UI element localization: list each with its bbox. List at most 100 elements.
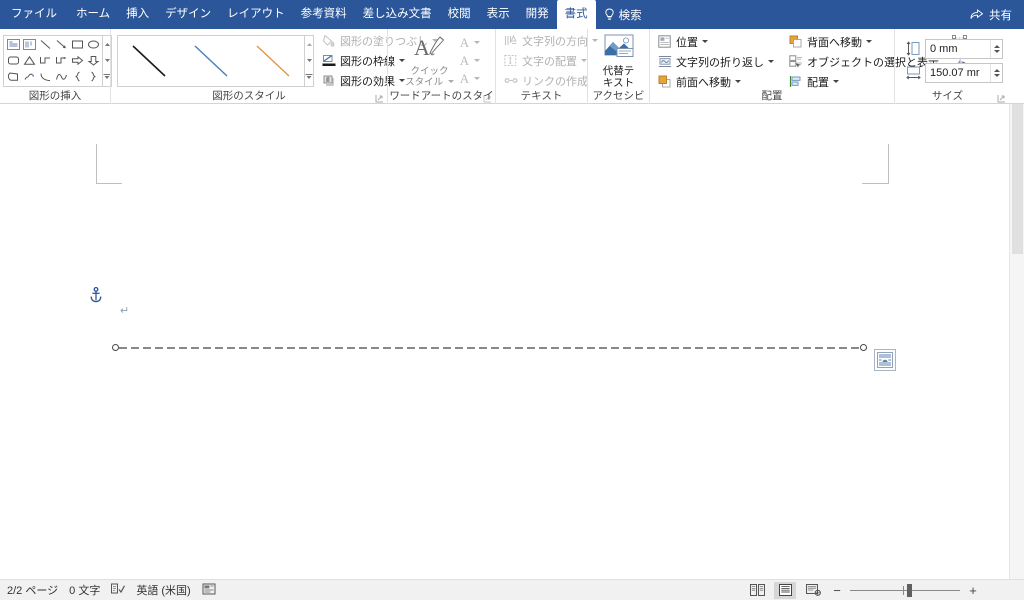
bring-forward-button[interactable]: 前面へ移動: [655, 73, 776, 90]
shape-height-stepper[interactable]: [990, 39, 1002, 58]
share-icon: [970, 7, 984, 23]
zoom-in-button[interactable]: +: [966, 583, 980, 598]
zoom-slider-track[interactable]: [850, 583, 960, 597]
alt-text-button[interactable]: 代替テ キスト: [592, 33, 645, 89]
zoom-slider-thumb[interactable]: [907, 583, 913, 597]
elbow-arrow-connector-icon[interactable]: [53, 53, 69, 69]
shape-width-input[interactable]: 150.07 mr: [925, 62, 1003, 83]
bring-forward-caret-icon[interactable]: [735, 80, 741, 83]
tab-mailings[interactable]: 差し込み文書: [355, 0, 440, 29]
shape-height-input[interactable]: 0 mm: [925, 38, 1003, 59]
size-dialog-launcher[interactable]: [997, 94, 1006, 103]
zoom-slider[interactable]: [850, 583, 960, 597]
read-mode-view-button[interactable]: [746, 582, 768, 599]
shape-style-orange[interactable]: [242, 36, 304, 86]
position-caret-icon[interactable]: [702, 40, 708, 43]
textbox-icon[interactable]: [5, 37, 21, 53]
text-fill-caret-icon[interactable]: [473, 41, 480, 44]
shape-handle-left[interactable]: [112, 344, 119, 351]
shape-height-down-icon[interactable]: [993, 49, 1000, 53]
layout-options-button[interactable]: [874, 349, 896, 371]
elbow-connector-icon[interactable]: [37, 53, 53, 69]
right-brace-icon[interactable]: [85, 69, 101, 85]
shape-styles-gallery[interactable]: [117, 34, 305, 87]
line-arrow-icon[interactable]: [53, 37, 69, 53]
vertical-scrollbar-thumb[interactable]: [1012, 104, 1023, 254]
shape-height-up-icon[interactable]: [993, 44, 1000, 48]
document-canvas[interactable]: ↵: [0, 104, 1024, 579]
scribble-icon[interactable]: [21, 69, 37, 85]
shape-gallery[interactable]: [3, 34, 103, 87]
web-layout-view-button[interactable]: [802, 582, 824, 599]
rectangle-icon[interactable]: [69, 37, 85, 53]
position-button[interactable]: 位置: [655, 33, 776, 50]
text-effects-caret-icon[interactable]: [473, 77, 480, 80]
shape-styles-label-text: 図形のスタイル: [212, 90, 286, 102]
text-fill-button[interactable]: A: [458, 34, 480, 51]
wrap-text-label: 文字列の折り返し: [676, 56, 764, 69]
text-direction-button[interactable]: 文字列の方向: [501, 32, 600, 49]
tab-home[interactable]: ホーム: [68, 0, 118, 29]
create-link-button[interactable]: リンクの作成: [501, 72, 600, 89]
arc-icon[interactable]: [37, 69, 53, 85]
send-backward-caret-icon[interactable]: [866, 40, 872, 43]
triangle-icon[interactable]: [21, 53, 37, 69]
tell-me-box[interactable]: 検索: [596, 0, 650, 29]
share-button[interactable]: 共有: [964, 0, 1018, 29]
curve-icon[interactable]: [53, 69, 69, 85]
proofing-errors-icon[interactable]: [111, 583, 126, 598]
tab-review[interactable]: 校閲: [440, 0, 479, 29]
tab-file[interactable]: ファイル: [0, 0, 68, 29]
freeform-icon[interactable]: [5, 69, 21, 85]
align-objects-caret-icon[interactable]: [833, 80, 839, 83]
text-effects-icon: A: [459, 70, 470, 86]
tab-insert[interactable]: 挿入: [118, 0, 157, 29]
print-layout-view-button[interactable]: [774, 581, 796, 599]
document-page[interactable]: ↵: [0, 104, 1009, 579]
shape-width-up-icon[interactable]: [993, 68, 1000, 72]
oval-icon[interactable]: [85, 37, 101, 53]
align-text-button[interactable]: 文字の配置: [501, 52, 600, 69]
tab-layout[interactable]: レイアウト: [219, 0, 293, 29]
tab-format[interactable]: 書式: [556, 0, 596, 29]
shape-styles-scroll-up[interactable]: [305, 37, 313, 53]
word-count-status[interactable]: 0 文字: [69, 582, 100, 598]
align-text-label: 文字の配置: [522, 55, 577, 68]
shape-style-black[interactable]: [118, 36, 180, 86]
left-brace-icon[interactable]: [69, 69, 85, 85]
shape-handle-right[interactable]: [860, 344, 867, 351]
tab-references[interactable]: 参考資料: [293, 0, 355, 29]
wordart-quick-styles-button[interactable]: A クイック スタイル: [404, 34, 456, 88]
accessibility-checker-icon[interactable]: [202, 583, 216, 598]
line-icon[interactable]: [37, 37, 53, 53]
shape-style-blue[interactable]: [180, 36, 242, 86]
shape-width-down-icon[interactable]: [993, 73, 1000, 77]
text-outline-caret-icon[interactable]: [473, 59, 480, 62]
wrap-text-button[interactable]: 文字列の折り返し: [655, 53, 776, 70]
shape-styles-dialog-launcher[interactable]: [375, 94, 384, 103]
dashed-line-shape[interactable]: [119, 347, 865, 349]
size-label-text: サイズ: [931, 90, 964, 102]
vertical-scrollbar[interactable]: [1009, 104, 1024, 579]
rounded-rectangle-icon[interactable]: [5, 53, 21, 69]
tab-view[interactable]: 表示: [479, 0, 518, 29]
tab-design[interactable]: デザイン: [157, 0, 219, 29]
shape-styles-more[interactable]: [305, 69, 313, 85]
language-status[interactable]: 英語 (米国): [136, 582, 190, 598]
block-arrow-right-icon[interactable]: [69, 53, 85, 69]
wordart-quick-styles-caret-icon[interactable]: [447, 80, 454, 84]
tab-developer[interactable]: 開発: [518, 0, 557, 29]
block-arrow-down-icon[interactable]: [85, 53, 101, 69]
text-outline-button[interactable]: A: [458, 52, 480, 69]
text-effects-button[interactable]: A: [458, 70, 480, 87]
shape-width-stepper[interactable]: [990, 63, 1002, 82]
shape-styles-scrollbar[interactable]: [305, 34, 314, 87]
ribbon-group-label-accessibility: アクセシビリティ: [592, 90, 645, 115]
wrap-text-caret-icon[interactable]: [768, 60, 774, 63]
vertical-textbox-icon[interactable]: [21, 37, 37, 53]
ribbon-group-label-size: サイズ: [895, 90, 1005, 104]
shape-styles-scroll-down[interactable]: [305, 53, 313, 69]
page-number-status[interactable]: 2/2 ページ: [7, 582, 58, 598]
wordart-styles-dialog-launcher[interactable]: [483, 94, 492, 103]
zoom-out-button[interactable]: −: [830, 583, 844, 598]
